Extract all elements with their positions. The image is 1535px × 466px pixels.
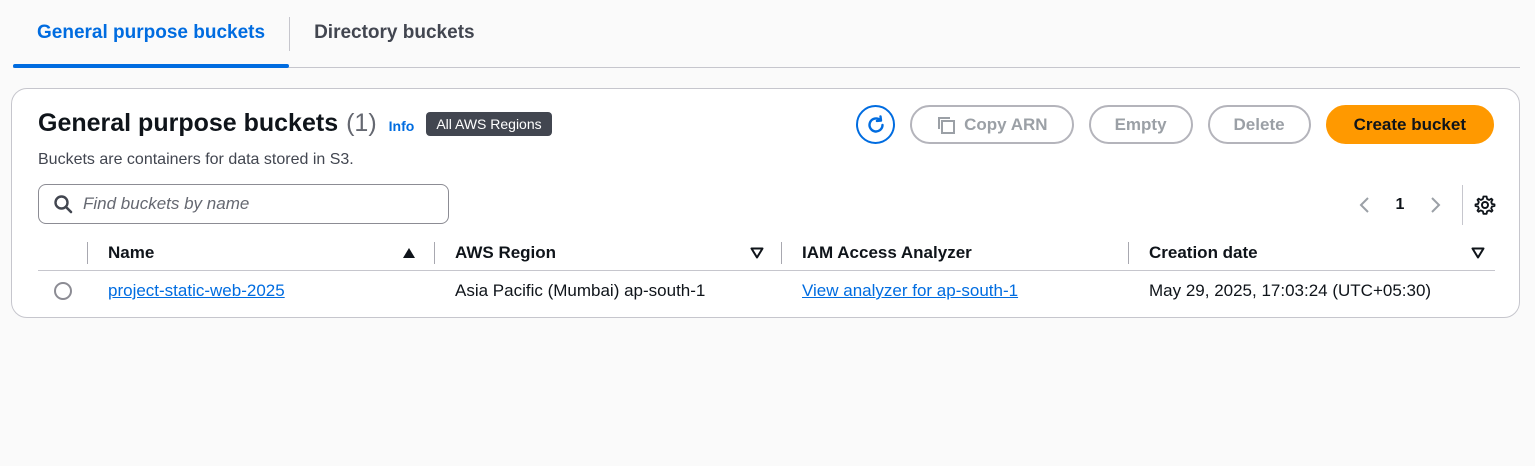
page-title: General purpose buckets	[38, 109, 339, 137]
action-bar: Copy ARN Empty Delete Create bucket	[856, 105, 1494, 144]
row-select-cell	[54, 272, 72, 310]
column-label: Name	[108, 243, 155, 262]
create-bucket-label: Create bucket	[1353, 114, 1466, 134]
bucket-count: (1)	[346, 109, 377, 137]
panel-description: Buckets are containers for data stored i…	[38, 151, 354, 168]
copy-icon	[936, 115, 956, 135]
tab-label: General purpose buckets	[37, 22, 266, 43]
prev-page-button[interactable]	[1350, 195, 1380, 215]
search-icon	[54, 195, 73, 214]
next-page-button[interactable]	[1420, 195, 1450, 215]
column-header-region[interactable]: AWS Region	[455, 235, 556, 271]
tab-label: Directory buckets	[314, 22, 475, 43]
panel-header: General purpose buckets (1) Info All AWS…	[38, 109, 552, 138]
buckets-panel: General purpose buckets (1) Info All AWS…	[11, 88, 1520, 318]
creation-date-text: May 29, 2025, 17:03:24 (UTC+05:30)	[1149, 281, 1432, 300]
sort-descending-icon[interactable]	[1471, 247, 1485, 259]
pagination: 1	[1350, 185, 1497, 225]
preferences-button[interactable]	[1473, 194, 1497, 216]
row-select-radio[interactable]	[54, 282, 72, 300]
gear-icon	[1474, 195, 1496, 215]
refresh-button[interactable]	[856, 105, 896, 144]
sort-ascending-icon[interactable]	[402, 247, 416, 259]
refresh-icon	[867, 114, 884, 133]
view-analyzer-link[interactable]: View analyzer for ap-south-1	[802, 281, 1018, 301]
create-bucket-button[interactable]: Create bucket	[1325, 105, 1494, 144]
tab-general-purpose-buckets[interactable]: General purpose buckets	[13, 0, 290, 68]
region-text: Asia Pacific (Mumbai) ap-south-1	[455, 281, 706, 300]
delete-button[interactable]: Delete	[1207, 105, 1311, 144]
empty-button[interactable]: Empty	[1088, 105, 1193, 144]
s3-buckets-page: General purpose buckets Directory bucket…	[0, 0, 1535, 466]
column-label: AWS Region	[455, 243, 557, 262]
page-number[interactable]: 1	[1380, 196, 1420, 214]
region-badge: All AWS Regions	[426, 111, 552, 136]
column-divider	[434, 242, 435, 264]
sort-descending-icon[interactable]	[750, 247, 764, 259]
search-input[interactable]	[83, 194, 423, 214]
search-box	[38, 184, 449, 224]
delete-label: Delete	[1233, 114, 1285, 134]
bucket-type-tabs: General purpose buckets Directory bucket…	[13, 0, 1520, 68]
column-divider	[1128, 242, 1129, 264]
chevron-right-icon	[1431, 197, 1441, 213]
column-label: IAM Access Analyzer	[802, 243, 972, 262]
bucket-name-link[interactable]: project-static-web-2025	[108, 281, 285, 301]
bucket-name-cell: project-static-web-2025	[108, 272, 285, 310]
column-label: Creation date	[1149, 243, 1258, 262]
column-header-name[interactable]: Name	[108, 235, 154, 271]
analyzer-cell: View analyzer for ap-south-1	[802, 272, 1018, 310]
tab-directory-buckets[interactable]: Directory buckets	[290, 0, 499, 67]
table-header: Name AWS Region IAM Access Analyzer Crea…	[38, 235, 1495, 271]
column-divider	[781, 242, 782, 264]
table-row: project-static-web-2025 Asia Pacific (Mu…	[38, 272, 1495, 310]
chevron-left-icon	[1359, 197, 1369, 213]
pager-divider	[1462, 185, 1463, 225]
creation-date-cell: May 29, 2025, 17:03:24 (UTC+05:30)	[1149, 272, 1431, 310]
column-header-creation-date[interactable]: Creation date	[1149, 235, 1258, 271]
info-link[interactable]: Info	[389, 118, 415, 134]
copy-arn-button[interactable]: Copy ARN	[910, 105, 1074, 144]
copy-arn-label: Copy ARN	[964, 114, 1048, 134]
empty-label: Empty	[1114, 114, 1167, 134]
column-divider	[87, 242, 88, 264]
region-cell: Asia Pacific (Mumbai) ap-south-1	[455, 272, 705, 310]
column-header-access-analyzer[interactable]: IAM Access Analyzer	[802, 235, 972, 271]
